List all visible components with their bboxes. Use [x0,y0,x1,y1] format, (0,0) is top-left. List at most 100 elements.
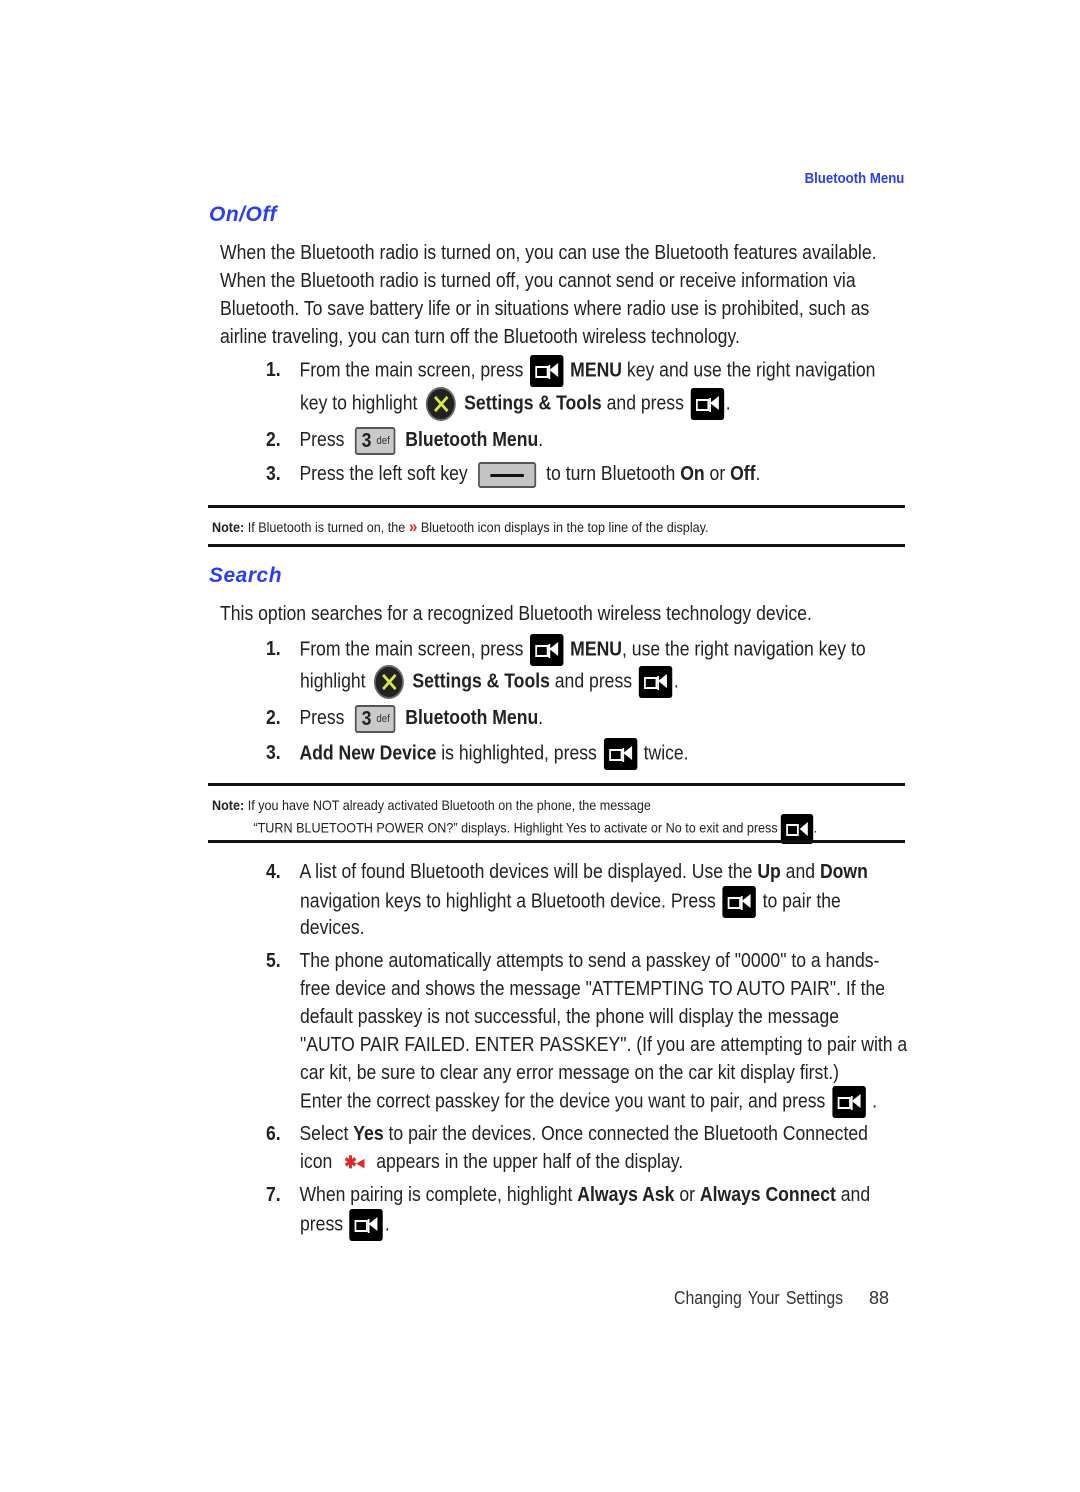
search-step-5-cont: free device and shows the message "ATTEM… [300,975,907,1087]
onoff-intro: When the Bluetooth radio is turned on, y… [220,239,877,351]
step-text: key to highlight [300,392,418,415]
key-digit: 3 [361,429,372,452]
search-intro: This option searches for a recognized Bl… [220,603,812,625]
search-step-6: 6. Select Yes to pair the devices. Once c… [266,1120,868,1148]
step-text: free device and shows the message "ATTEM… [300,978,886,1000]
step-number: 7. [266,1184,281,1206]
note-text: Bluetooth icon displays in the top line … [420,519,709,535]
page-number: 88 [869,1288,890,1308]
step-text: or [709,463,726,485]
search-step-4-cont: devices. [300,917,365,939]
bluetooth-menu-label: Bluetooth Menu [405,429,539,451]
settings-tools-icon [373,665,404,699]
step-text: Select [299,1123,349,1145]
intro-line: When the Bluetooth radio is turned on, y… [220,242,877,264]
section-title-search: Search [209,564,283,587]
down-label: Down [819,861,868,883]
intro-line: When the Bluetooth radio is turned off, … [220,270,856,292]
up-label: Up [757,861,781,883]
step-text: or [679,1184,696,1206]
intro-line: Bluetooth. To save battery life or in si… [220,298,870,320]
step-number: 3. [266,742,281,765]
step-text: and [785,861,816,883]
step-number: 6. [266,1123,281,1145]
settings-tools-label: Settings & Tools [412,670,550,693]
search-step-7-cont: press . [300,1209,390,1241]
step-text: A list of found Bluetooth devices will b… [299,861,753,883]
step-number: 1. [266,359,281,382]
step-text: is highlighted, press [441,742,597,765]
search-step-4: 4. A list of found Bluetooth devices will… [266,858,868,886]
note-text: “TURN BLUETOOTH POWER ON?” displays. Hig… [253,819,778,836]
key-3-icon: 3 def [354,704,396,733]
step-text: and [840,1184,871,1206]
search-step-1-cont: highlight Settings & Tools and press . [300,665,679,699]
intro-line: airline traveling, you can turn off the … [220,326,740,348]
ok-key-icon [722,886,756,918]
step-text: press [300,1213,344,1236]
menu-label: MENU [570,638,623,661]
punct: . [813,819,818,836]
ok-key-icon [603,738,637,770]
ok-key-icon [530,355,564,387]
note-text: If Bluetooth is turned on, the [247,519,406,535]
step-text: and press [554,670,633,693]
step-text: "AUTO PAIR FAILED. ENTER PASSKEY". (If y… [300,1034,908,1056]
step-number: 3. [266,463,281,485]
punct: . [673,670,679,693]
step-text: When pairing is complete, highlight [299,1184,573,1206]
search-step-1: 1. From the main screen, press MENU, use … [266,634,866,666]
step-number: 2. [266,429,281,451]
key-digit: 3 [361,707,372,730]
onoff-step-2: 2. Press 3 def Bluetooth Menu. [266,426,543,455]
running-head: Bluetooth Menu [804,170,904,187]
note-label: Note: [212,519,245,535]
step-text: twice. [643,742,689,765]
punct: . [384,1213,390,1236]
step-number: 4. [266,861,281,883]
section-title-onoff: On/Off [209,203,277,226]
onoff-note: Note: If Bluetooth is turned on, the » B… [212,518,708,536]
search-step-2: 2. Press 3 def Bluetooth Menu. [266,704,543,733]
step-text: key and use the right navigation [626,359,876,382]
bluetooth-icon: » [408,517,418,536]
step-text: Enter the correct passkey for the device… [300,1090,826,1113]
onoff-step-3: 3. Press the left soft key to turn Blueto… [266,460,760,488]
key-letters: def [376,712,390,725]
step-text: Press [299,707,345,729]
footer-chapter: Changing Your Settings [674,1288,844,1308]
off-label: Off [730,463,756,485]
search-step-7: 7. When pairing is complete, highlight Al… [266,1181,870,1209]
bluetooth-menu-label: Bluetooth Menu [405,707,539,729]
step-text: default passkey is not successful, the p… [300,1006,840,1028]
settings-tools-label: Settings & Tools [464,392,602,415]
note-rule-bottom [208,840,905,843]
punct: . [872,1090,877,1113]
step-text: The phone automatically attempts to send… [299,950,880,972]
step-text: Press the left soft key [299,463,468,485]
step-number: 2. [266,707,281,729]
note-text: If you have NOT already activated Blueto… [247,797,651,813]
key-letters: def [376,434,390,447]
search-step-3: 3. Add New Device is highlighted, press t… [266,738,689,770]
step-text: , use the right navigation key to [622,638,866,661]
ok-key-icon [349,1209,384,1241]
menu-label: MENU [570,359,623,382]
note-rule-top [208,505,905,508]
ok-key-icon [638,666,673,698]
settings-tools-icon [425,387,456,421]
step-text: to turn Bluetooth [546,463,676,485]
step-text: Press [299,429,345,451]
onoff-step-1: 1. From the main screen, press MENU key a… [266,355,875,387]
note-rule-top [208,783,905,786]
add-new-device-label: Add New Device [299,742,437,765]
punct: . [538,429,544,451]
step-number: 5. [266,950,281,972]
search-step-4-cont: navigation keys to highlight a Bluetooth… [300,886,841,918]
note-label: Note: [212,797,245,813]
ok-key-icon [530,634,564,666]
step-text: and press [606,392,684,415]
punct: . [538,707,544,729]
punct: . [725,392,731,415]
bluetooth-connected-icon: ✱◂ [344,1153,365,1172]
